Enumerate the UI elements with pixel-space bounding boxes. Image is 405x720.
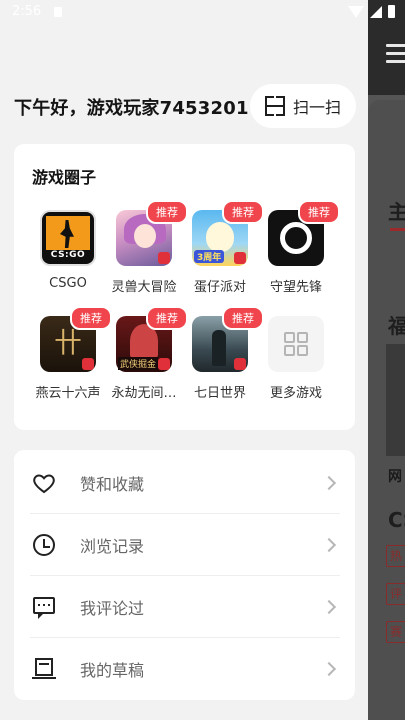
game-name: 守望先锋 xyxy=(269,280,322,295)
section-title: 游戏圈子 xyxy=(32,168,97,187)
background-text: 网 xyxy=(388,469,402,485)
game-item-yongjie[interactable]: 武侠掘金 推荐 永劫无间… xyxy=(106,306,188,401)
icon-text: CS:GO xyxy=(50,250,86,260)
overwatch-icon: 推荐 xyxy=(268,200,340,266)
status-icons xyxy=(348,5,395,18)
game-name: 蛋仔派对 xyxy=(193,280,246,295)
menu-card: 赞和收藏 浏览记录 我评论过 我的草稿 xyxy=(14,450,355,700)
comment-icon xyxy=(32,595,56,619)
background-tag: 赛 xyxy=(386,621,405,643)
chevron-right-icon xyxy=(321,599,337,615)
background-image xyxy=(386,344,405,456)
game-item-qiri[interactable]: 推荐 七日世界 xyxy=(182,306,264,401)
side-drawer: 下午好，游戏玩家7453201 扫一扫 游戏圈子 CS:GO CSGO 推荐 灵… xyxy=(0,0,368,720)
menu-label: 我评论过 xyxy=(80,599,145,618)
chevron-right-icon xyxy=(321,537,337,553)
heart-icon xyxy=(32,471,56,495)
yongjie-icon: 武侠掘金 推荐 xyxy=(116,306,188,372)
background-text: CS xyxy=(388,508,405,532)
danzai-icon: 3周年 推荐 xyxy=(192,200,264,266)
game-item-yanyun[interactable]: 卄 推荐 燕云十六声 xyxy=(30,306,112,401)
wifi-icon xyxy=(348,5,364,18)
game-item-more[interactable]: 更多游戏 xyxy=(258,316,334,401)
game-name: 七日世界 xyxy=(193,386,246,401)
scan-label: 扫一扫 xyxy=(292,98,341,117)
game-name: CSGO xyxy=(49,276,87,291)
menu-item-comments[interactable]: 我评论过 xyxy=(30,576,340,638)
signal-icon xyxy=(370,5,382,18)
game-name: 永劫无间… xyxy=(111,386,177,401)
sd-card-icon xyxy=(54,7,62,17)
status-time: 2:56 xyxy=(12,4,42,19)
background-tag: 评 xyxy=(386,583,405,605)
game-name: 燕云十六声 xyxy=(35,386,101,401)
greeting-text: 下午好，游戏玩家7453201 xyxy=(14,98,249,119)
yanyun-icon: 卄 推荐 xyxy=(40,306,112,372)
game-name: 更多游戏 xyxy=(269,386,322,401)
icon-text: 武侠掘金 xyxy=(118,357,159,370)
background-tab-underline xyxy=(390,228,405,231)
menu-item-history[interactable]: 浏览记录 xyxy=(30,514,340,576)
csgo-icon: CS:GO xyxy=(40,210,96,266)
clock-icon xyxy=(32,533,56,557)
scan-button[interactable]: 扫一扫 xyxy=(250,84,356,128)
game-item-danzai[interactable]: 3周年 推荐 蛋仔派对 xyxy=(182,200,264,295)
menu-item-likes[interactable]: 赞和收藏 xyxy=(30,452,340,514)
game-item-lingshou[interactable]: 推荐 灵兽大冒险 xyxy=(106,200,188,295)
menu-label: 赞和收藏 xyxy=(80,475,145,494)
menu-label: 浏览记录 xyxy=(80,537,145,556)
game-item-overwatch[interactable]: 推荐 守望先锋 xyxy=(258,200,340,295)
game-item-csgo[interactable]: CS:GO CSGO xyxy=(30,210,106,291)
menu-item-drafts[interactable]: 我的草稿 xyxy=(30,638,340,700)
recommend-badge: 推荐 xyxy=(298,200,340,224)
battery-icon xyxy=(388,5,395,18)
background-text: 福 xyxy=(388,314,405,338)
chevron-right-icon xyxy=(321,475,337,491)
status-bar: 2:56 xyxy=(0,0,405,26)
icon-text: 3周年 xyxy=(194,250,225,263)
chevron-right-icon xyxy=(321,661,337,677)
more-games-icon xyxy=(268,316,324,372)
background-tag: 热 xyxy=(386,545,405,567)
qiri-icon: 推荐 xyxy=(192,306,264,372)
scan-icon xyxy=(264,96,285,116)
lingshou-icon: 推荐 xyxy=(116,200,188,266)
menu-icon[interactable] xyxy=(386,44,405,63)
game-circle-card: 游戏圈子 CS:GO CSGO 推荐 灵兽大冒险 3周年 推荐 蛋仔派对 推荐 … xyxy=(14,144,355,430)
background-page: 主 福 网 CS 热 评 赛 xyxy=(368,0,405,720)
menu-label: 我的草稿 xyxy=(80,661,145,680)
background-text: 主 xyxy=(388,200,405,224)
game-name: 灵兽大冒险 xyxy=(111,280,177,295)
draft-icon xyxy=(32,657,56,681)
